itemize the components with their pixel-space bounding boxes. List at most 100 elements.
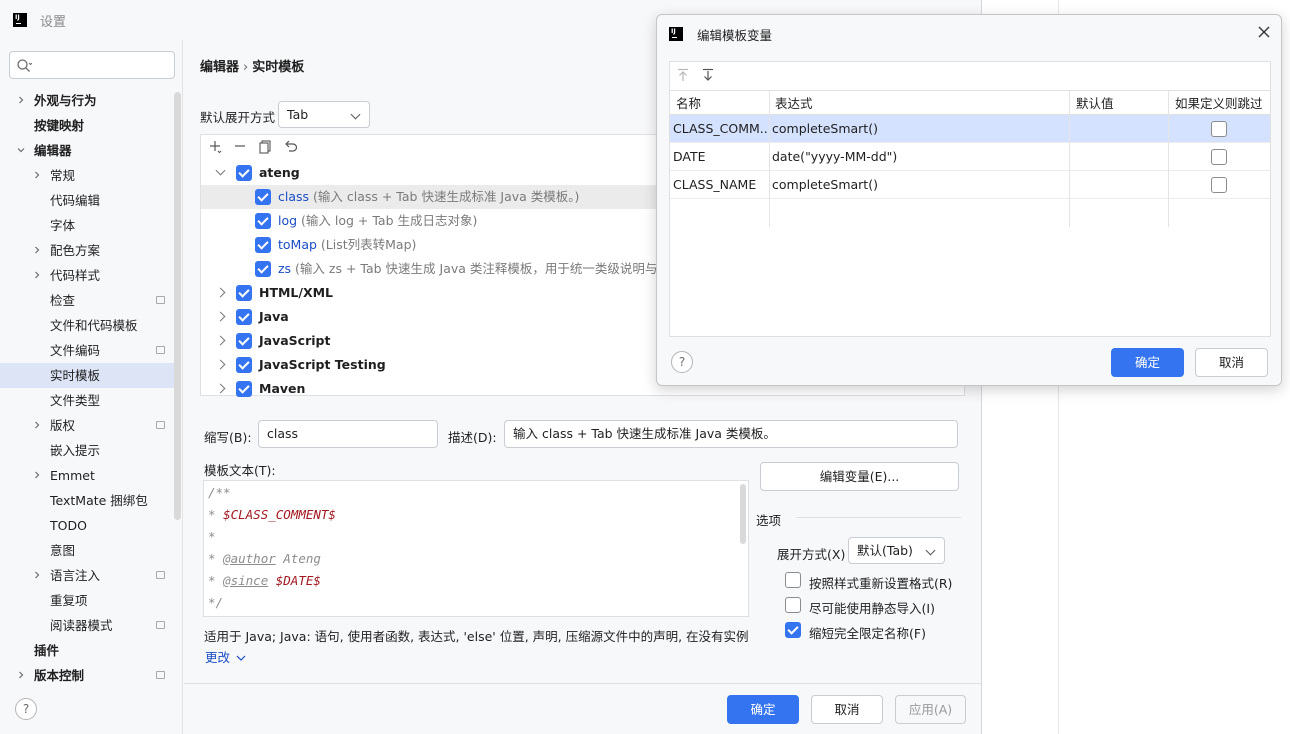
add-icon[interactable] [207,138,223,154]
sidebar-item-label: TextMate 捆绑包 [50,493,148,508]
default-expand-value: Tab [287,107,309,122]
sidebar-item[interactable]: 语言注入 [0,563,175,588]
ok-button[interactable]: 确定 [727,695,799,724]
template-checkbox[interactable] [236,165,252,181]
template-checkbox[interactable] [255,189,271,205]
template-checkbox[interactable] [255,213,271,229]
help-icon[interactable]: ? [671,351,693,373]
sidebar-item[interactable]: 常规 [0,163,175,188]
column-header-skip[interactable]: 如果定义则跳过 [1169,91,1269,114]
variable-default-cell[interactable] [1070,143,1168,170]
editor-scrollbar[interactable] [740,484,746,544]
skip-if-defined-checkbox[interactable] [1211,121,1227,137]
move-up-icon[interactable] [676,68,690,82]
search-input[interactable] [9,51,175,79]
sidebar-item[interactable]: 按键映射 [0,113,175,138]
chevron-right-icon[interactable] [33,421,41,429]
description-input[interactable]: 输入 class + Tab 快速生成标准 Java 类模板。 [504,420,958,448]
chevron-right-icon[interactable] [33,471,41,479]
chevron-right-icon[interactable] [33,571,41,579]
skip-if-defined-checkbox[interactable] [1211,177,1227,193]
template-checkbox[interactable] [236,285,252,301]
variable-row[interactable]: CLASS_NAME completeSmart() [670,171,1270,199]
sidebar-item[interactable]: 实时模板 [0,363,175,388]
sidebar-item[interactable]: 阅读器模式 [0,613,175,638]
variable-expression-cell[interactable]: completeSmart() [769,115,1069,142]
expand-with-select[interactable]: 默认(Tab) [848,537,945,564]
sidebar-item[interactable]: 代码编辑 [0,188,175,213]
change-context-link[interactable]: 更改 [205,647,246,666]
variable-default-cell[interactable] [1070,171,1168,198]
cancel-button[interactable]: 取消 [811,695,883,724]
variable-name-cell[interactable]: CLASS_COMM... [670,115,769,142]
variable-expression-cell[interactable]: date("yyyy-MM-dd") [769,143,1069,170]
sidebar-item[interactable]: 字体 [0,213,175,238]
chevron-right-icon[interactable] [33,271,41,279]
static-import-checkbox[interactable] [785,597,801,613]
dialog-cancel-button[interactable]: 取消 [1195,348,1268,377]
template-checkbox[interactable] [255,261,271,277]
sidebar-item[interactable]: 外观与行为 [0,88,175,113]
sidebar-item[interactable]: TODO [0,513,175,538]
sidebar-item[interactable]: TextMate 捆绑包 [0,488,175,513]
chevron-down-icon[interactable] [17,146,25,154]
chevron-right-icon[interactable] [33,246,41,254]
template-checkbox[interactable] [236,357,252,373]
variable-name-cell[interactable]: CLASS_NAME [670,171,769,198]
breadcrumb-parent[interactable]: 编辑器 [200,60,239,75]
close-icon[interactable] [1257,25,1271,39]
sidebar-item[interactable]: 编辑器 [0,138,175,163]
variable-default-cell[interactable] [1070,115,1168,142]
column-header-default[interactable]: 默认值 [1070,91,1168,114]
sidebar-item[interactable]: 插件 [0,638,175,663]
apply-button[interactable]: 应用(A) [895,695,966,724]
copy-icon[interactable] [257,138,273,154]
variable-expression-cell[interactable]: completeSmart() [769,171,1069,198]
sidebar-item[interactable]: 版权 [0,413,175,438]
chevron-right-icon[interactable] [215,359,226,370]
sidebar-scrollbar[interactable] [174,92,181,520]
sidebar-item-label: 按键映射 [34,118,85,133]
chevron-right-icon[interactable] [33,171,41,179]
abbreviation-input[interactable]: class [258,420,438,448]
sidebar-item[interactable]: 配色方案 [0,238,175,263]
remove-icon[interactable] [232,138,248,154]
chevron-right-icon[interactable] [215,335,226,346]
window-title: 设置 [40,14,67,30]
sidebar-item[interactable]: 代码样式 [0,263,175,288]
sidebar-item[interactable]: 重复项 [0,588,175,613]
variable-row[interactable]: DATE date("yyyy-MM-dd") [670,143,1270,171]
skip-if-defined-checkbox[interactable] [1211,149,1227,165]
sidebar-item[interactable]: Emmet [0,463,175,488]
chevron-down-icon[interactable] [215,165,226,176]
reformat-checkbox[interactable] [785,572,801,588]
template-checkbox[interactable] [236,309,252,325]
template-checkbox[interactable] [236,333,252,349]
template-checkbox[interactable] [255,237,271,253]
sidebar-item[interactable]: 嵌入提示 [0,438,175,463]
chevron-right-icon[interactable] [215,311,226,322]
chevron-right-icon[interactable] [17,96,25,104]
restore-icon[interactable] [283,138,299,154]
help-icon[interactable]: ? [15,698,37,720]
column-header-expression[interactable]: 表达式 [769,91,1069,114]
edit-variables-button[interactable]: 编辑变量(E)... [760,462,959,491]
move-down-icon[interactable] [701,68,715,82]
dialog-ok-button[interactable]: 确定 [1111,348,1184,377]
sidebar-item[interactable]: 文件编码 [0,338,175,363]
template-checkbox[interactable] [236,381,252,397]
sidebar-item[interactable]: 文件类型 [0,388,175,413]
chevron-right-icon[interactable] [17,671,25,679]
template-text-editor[interactable]: /** * $CLASS_COMMENT$ * * @author Ateng * @s… [203,480,749,617]
sidebar-item[interactable]: 意图 [0,538,175,563]
chevron-right-icon[interactable] [215,287,226,298]
chevron-right-icon[interactable] [215,383,226,394]
variable-name-cell[interactable]: DATE [670,143,769,170]
variable-row[interactable]: CLASS_COMM... completeSmart() [670,115,1270,143]
sidebar-item[interactable]: 版本控制 [0,663,175,688]
column-header-name[interactable]: 名称 [670,91,769,114]
sidebar-item[interactable]: 文件和代码模板 [0,313,175,338]
default-expand-select[interactable]: Tab [278,101,370,128]
shorten-fq-checkbox[interactable] [785,622,801,638]
sidebar-item[interactable]: 检查 [0,288,175,313]
